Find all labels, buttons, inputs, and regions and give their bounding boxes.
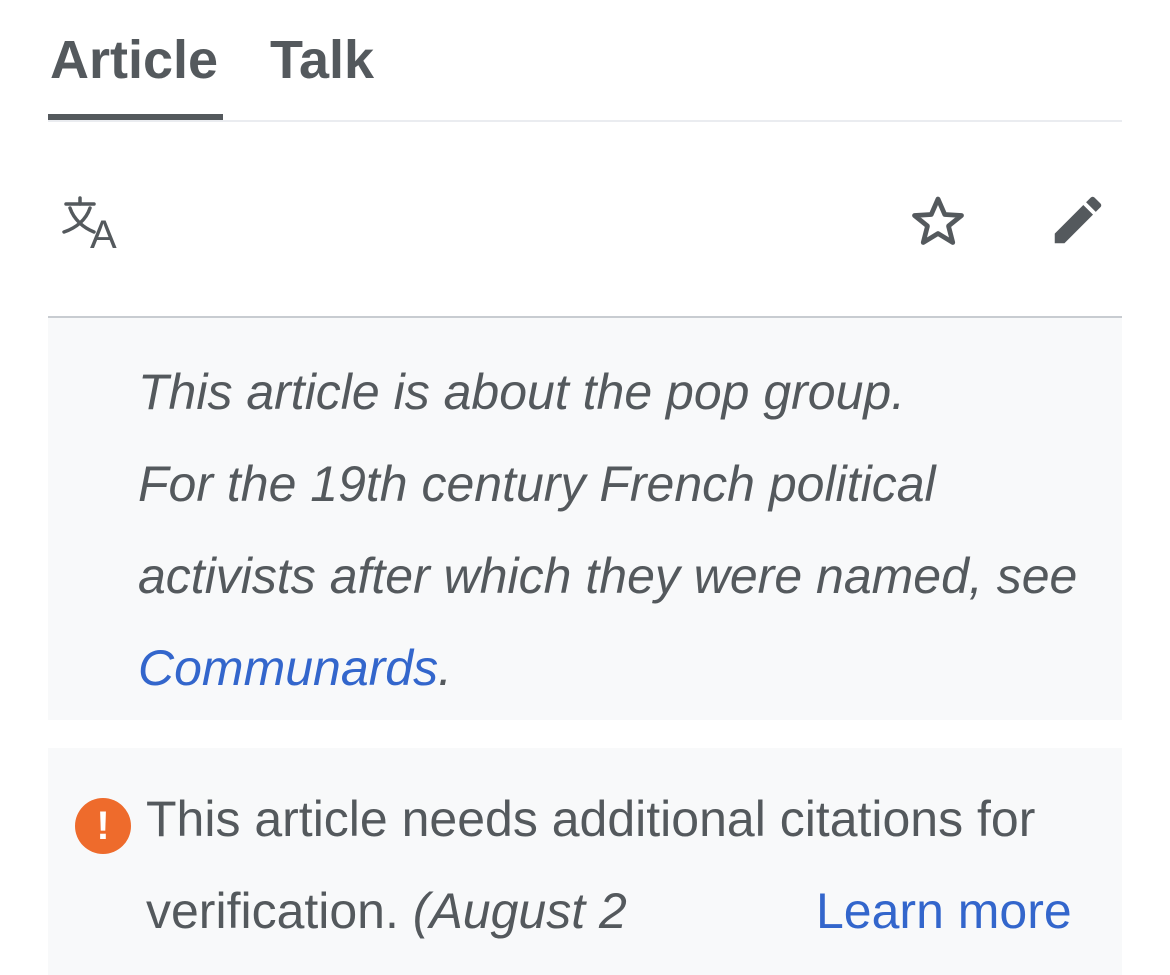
tab-article[interactable]: Article (50, 28, 218, 92)
hatnote: This article is about the pop group. For… (48, 318, 1122, 720)
svg-text:A: A (90, 213, 117, 250)
citation-notice[interactable]: ! This article needs additional citation… (48, 748, 1122, 975)
communards-link[interactable]: Communards (138, 640, 438, 696)
page-tabs: Article Talk (48, 0, 1122, 122)
notice-date: (August 2 (412, 883, 627, 939)
learn-more-link[interactable]: Learn more (816, 865, 1072, 957)
exclamation-icon: ! (75, 798, 131, 854)
text-fade-overlay (648, 873, 798, 965)
hatnote-line-1: This article is about the pop group. (138, 364, 906, 420)
hatnote-line-2: For the 19th century French political ac… (138, 456, 1078, 604)
hatnote-period: . (438, 640, 453, 696)
star-icon[interactable] (903, 188, 973, 256)
edit-pencil-icon[interactable] (1043, 186, 1113, 254)
language-icon[interactable]: A (58, 192, 128, 252)
tab-talk[interactable]: Talk (270, 28, 374, 92)
page-actions-toolbar: A (48, 120, 1122, 318)
